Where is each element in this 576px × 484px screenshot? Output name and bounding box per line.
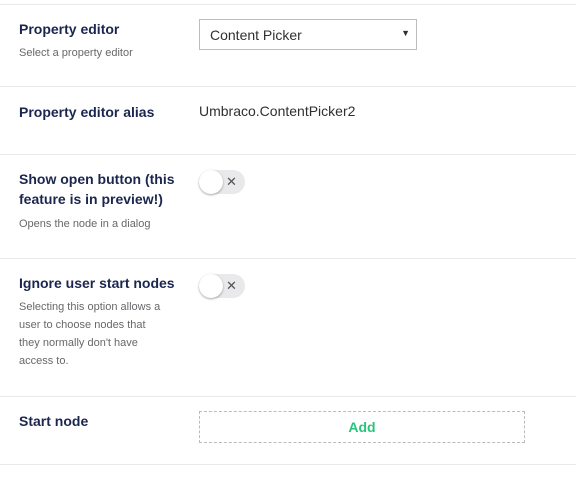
add-button-label: Add [348,419,376,435]
close-icon: ✕ [226,278,237,293]
property-editor-description: Select a property editor [19,47,133,59]
ignore-user-start-nodes-description-line-4: access to. [19,355,69,367]
ignore-user-start-nodes-toggle[interactable]: ✕ [199,274,245,298]
show-open-button-toggle[interactable]: ✕ [199,170,245,194]
property-editor-select[interactable]: Content Picker ▼ [199,19,417,50]
divider [0,154,576,155]
show-open-button-label-line-1: Show open button (this [19,171,175,187]
start-node-add-button[interactable]: Add [199,411,525,443]
ignore-user-start-nodes-description-line-1: Selecting this option allows a [19,301,161,313]
property-editor-alias-value: Umbraco.ContentPicker2 [199,103,356,119]
property-editor-label: Property editor [19,21,120,37]
show-open-button-label-line-2: feature is in preview!) [19,191,163,207]
divider [0,4,576,5]
toggle-knob [199,274,223,298]
property-editor-selected-value: Content Picker [210,27,302,43]
show-open-button-description: Opens the node in a dialog [19,218,151,230]
divider [0,86,576,87]
toggle-knob [199,170,223,194]
chevron-down-icon: ▼ [401,28,410,38]
start-node-label: Start node [19,413,89,429]
property-editor-alias-label: Property editor alias [19,104,155,120]
ignore-user-start-nodes-label: Ignore user start nodes [19,275,175,291]
close-icon: ✕ [226,174,237,189]
ignore-user-start-nodes-description-line-3: they normally don't have [19,337,138,349]
divider [0,258,576,259]
divider [0,396,576,397]
property-settings-panel: Property editor Select a property editor… [0,0,576,484]
ignore-user-start-nodes-description-line-2: user to choose nodes that [19,319,146,331]
divider [0,464,576,465]
